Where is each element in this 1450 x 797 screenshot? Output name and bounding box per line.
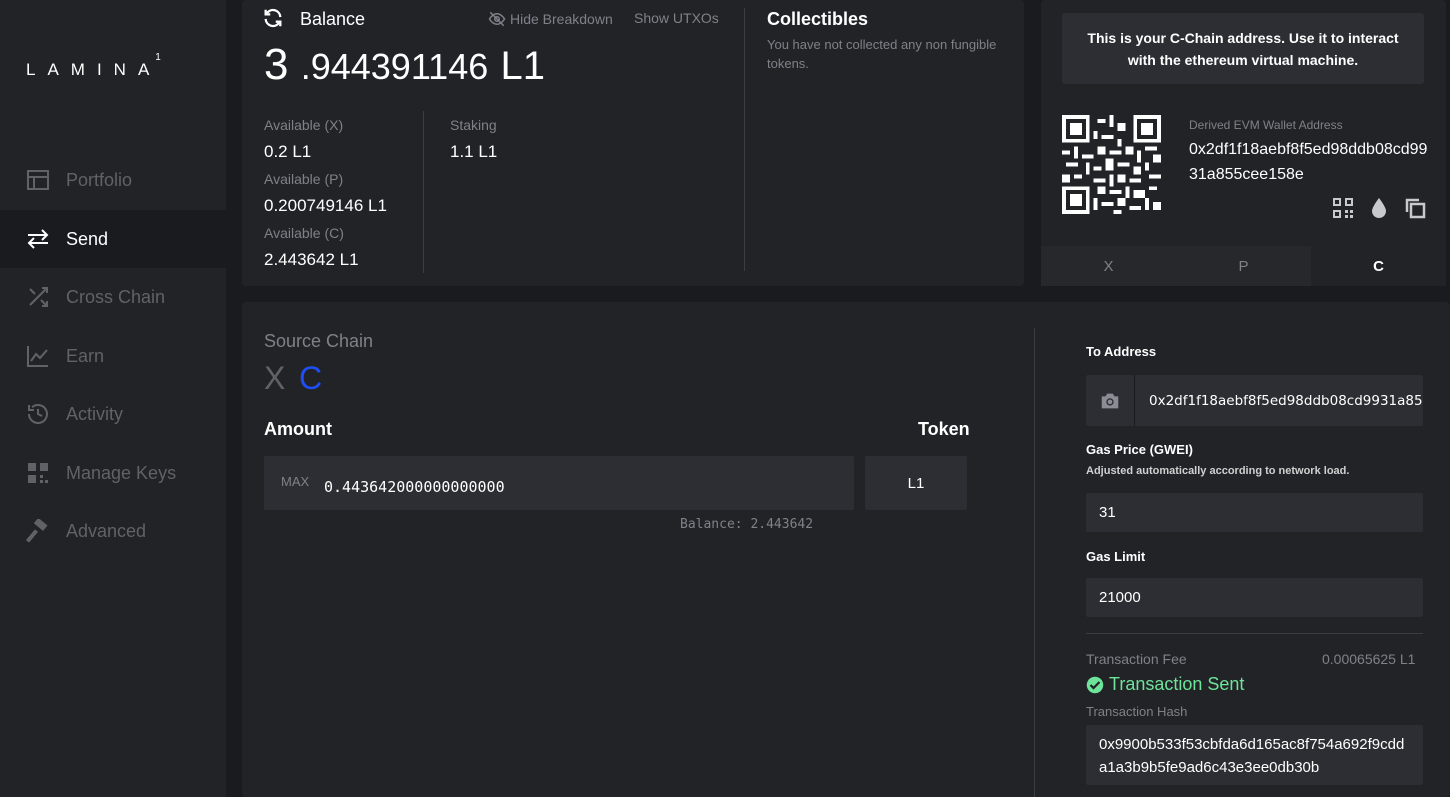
staking-value: 1.1 L1 — [450, 142, 498, 161]
available-c-label: Available (C) — [264, 225, 344, 241]
evm-address: 0x2df1f18aebf8f5ed98ddb08cd9931a855cee15… — [1189, 141, 1428, 183]
qr-code — [1062, 115, 1161, 214]
sidebar-item-cross-chain[interactable]: Cross Chain — [0, 268, 226, 326]
max-button[interactable]: MAX — [281, 474, 309, 489]
available-c-value: 2.443642 L1 — [264, 250, 359, 269]
source-chain-c-option[interactable]: C — [299, 360, 322, 397]
gas-limit-label: Gas Limit — [1086, 549, 1146, 564]
sidebar: LAMINA1 Portfolio Send Cross Chain Earn … — [0, 0, 226, 797]
chart-icon — [26, 344, 50, 368]
show-utxos-button[interactable]: Show UTXOs — [634, 10, 719, 26]
gas-price-label: Gas Price (GWEI) — [1086, 442, 1193, 457]
sidebar-item-label: Send — [66, 228, 109, 249]
tab-x-chain[interactable]: X — [1041, 246, 1176, 286]
sidebar-item-label: Portfolio — [66, 169, 133, 190]
amount-label: Amount — [264, 419, 332, 439]
history-icon — [26, 402, 50, 426]
sidebar-item-advanced[interactable]: Advanced — [0, 502, 226, 560]
gas-price-field[interactable]: 31 — [1086, 493, 1423, 532]
to-address-label: To Address — [1086, 344, 1157, 359]
transaction-hash-label: Transaction Hash — [1086, 704, 1188, 719]
hammer-icon — [26, 519, 50, 543]
collectibles-empty-text: You have not collected any non fungible … — [767, 37, 997, 71]
gas-limit-field[interactable]: 21000 — [1086, 578, 1423, 617]
hide-breakdown-button[interactable]: Hide Breakdown — [488, 10, 613, 28]
sidebar-item-manage-keys[interactable]: Manage Keys — [0, 444, 226, 502]
sidebar-item-label: Manage Keys — [66, 462, 177, 483]
source-chain-x-option[interactable]: X — [264, 360, 285, 397]
evm-address-label: Derived EVM Wallet Address — [1189, 118, 1343, 132]
balance-title: Balance — [300, 9, 366, 29]
sidebar-item-label: Earn — [66, 345, 105, 366]
check-circle-icon — [1086, 676, 1104, 693]
balance-note: Balance: 2.443642 — [680, 517, 814, 532]
portfolio-icon — [26, 168, 50, 192]
divider — [744, 8, 745, 271]
to-address-input[interactable] — [1135, 375, 1423, 426]
total-balance: 3 .944391146 L1 — [264, 40, 545, 89]
divider — [1034, 328, 1035, 797]
source-chain-label: Source Chain — [264, 331, 374, 351]
ledger-drop-icon[interactable] — [1367, 196, 1391, 220]
collectibles-title: Collectibles — [767, 9, 869, 29]
camera-icon[interactable] — [1086, 375, 1135, 426]
available-x-label: Available (X) — [264, 117, 344, 133]
tab-p-chain[interactable]: P — [1176, 246, 1311, 286]
token-select[interactable]: L1 — [865, 456, 967, 510]
to-address-field — [1086, 375, 1423, 426]
token-label: Token — [918, 419, 970, 439]
divider — [1086, 633, 1423, 634]
address-note: This is your C-Chain address. Use it to … — [1062, 13, 1424, 84]
transaction-hash-value[interactable]: 0x9900b533f53cbfda6d165ac8f754a692f9cdda… — [1086, 725, 1423, 785]
sidebar-item-earn[interactable]: Earn — [0, 327, 226, 385]
amount-input[interactable] — [324, 470, 844, 504]
available-p-value: 0.200749146 L1 — [264, 196, 387, 215]
divider — [423, 111, 424, 273]
sidebar-item-label: Advanced — [66, 520, 147, 541]
sidebar-item-label: Cross Chain — [66, 286, 166, 307]
transaction-fee-label: Transaction Fee — [1086, 651, 1187, 667]
transaction-status: Transaction Sent — [1086, 674, 1244, 695]
chain-tabs: X P C — [1041, 246, 1446, 286]
sidebar-item-portfolio[interactable]: Portfolio — [0, 151, 226, 209]
eye-off-icon — [488, 11, 506, 27]
copy-icon[interactable] — [1403, 196, 1427, 220]
gas-price-hint: Adjusted automatically according to netw… — [1086, 465, 1350, 477]
qr-code-icon[interactable] — [1331, 196, 1355, 220]
transaction-fee-value: 0.00065625 L1 — [1322, 651, 1416, 667]
app-logo[interactable]: LAMINA1 — [26, 52, 161, 80]
shuffle-icon — [26, 285, 50, 309]
sidebar-item-send[interactable]: Send — [0, 210, 226, 268]
tab-c-chain[interactable]: C — [1311, 246, 1446, 286]
sidebar-item-activity[interactable]: Activity — [0, 385, 226, 443]
available-x-value: 0.2 L1 — [264, 142, 312, 161]
sidebar-item-label: Activity — [66, 403, 124, 424]
send-icon — [26, 227, 50, 251]
keys-icon — [26, 461, 50, 485]
available-p-label: Available (P) — [264, 171, 344, 187]
refresh-icon[interactable] — [262, 7, 284, 29]
staking-label: Staking — [450, 117, 497, 133]
